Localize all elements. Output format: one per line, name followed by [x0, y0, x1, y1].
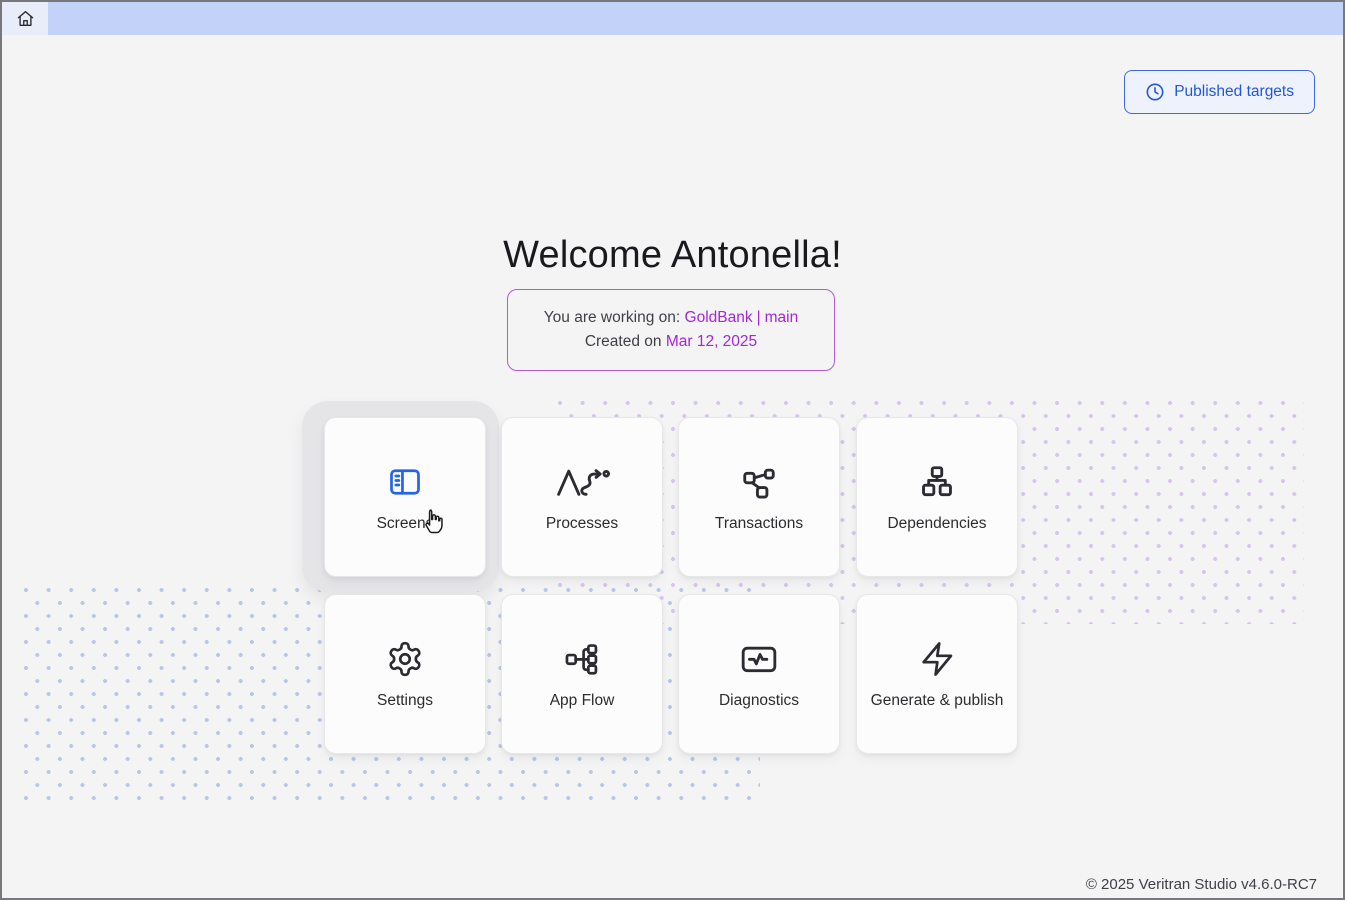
published-targets-label: Published targets [1174, 83, 1294, 101]
project-branch-separator: | [753, 309, 765, 326]
created-prefix: Created on [585, 333, 662, 350]
workspace-line: You are working on: GoldBank|main [544, 306, 798, 330]
card-dependencies[interactable]: Dependencies [856, 417, 1018, 577]
card-transactions[interactable]: Transactions [678, 417, 840, 577]
screens-icon [387, 462, 423, 502]
transactions-icon [740, 462, 778, 502]
app-window: Published targets Welcome Antonella! You… [0, 0, 1345, 900]
version-copyright: © 2025 Veritran Studio v4.6.0-RC7 [1086, 876, 1317, 893]
clock-icon [1145, 82, 1165, 102]
project-name[interactable]: GoldBank [685, 309, 753, 326]
published-targets-button[interactable]: Published targets [1124, 70, 1315, 114]
generate-publish-icon [918, 639, 956, 679]
card-generate-publish[interactable]: Generate & publish [856, 594, 1018, 754]
created-date: Mar 12, 2025 [666, 333, 757, 350]
card-diagnostics[interactable]: Diagnostics [678, 594, 840, 754]
card-label: Settings [377, 692, 433, 710]
processes-icon [555, 462, 610, 502]
card-label: Transactions [715, 515, 803, 533]
diagnostics-icon [739, 639, 779, 679]
card-label: App Flow [550, 692, 615, 710]
workspace-info-box: You are working on: GoldBank|main Create… [507, 289, 835, 371]
home-icon [16, 9, 35, 28]
card-label: Screens [377, 515, 434, 533]
settings-icon [386, 639, 424, 679]
working-on-prefix: You are working on: [544, 309, 680, 326]
card-settings[interactable]: Settings [324, 594, 486, 754]
page-title: Welcome Antonella! [2, 234, 1343, 277]
branch-name[interactable]: main [765, 309, 799, 326]
card-label: Dependencies [887, 515, 986, 533]
card-app-flow[interactable]: App Flow [501, 594, 663, 754]
card-screens[interactable]: Screens [324, 417, 486, 577]
card-label: Processes [546, 515, 618, 533]
created-line: Created on Mar 12, 2025 [585, 330, 757, 354]
top-bar [2, 2, 1343, 35]
home-tab[interactable] [2, 2, 48, 35]
card-label: Generate & publish [871, 692, 1004, 710]
card-processes[interactable]: Processes [501, 417, 663, 577]
app-flow-icon [563, 639, 601, 679]
card-label: Diagnostics [719, 692, 799, 710]
dependencies-icon [918, 462, 956, 502]
